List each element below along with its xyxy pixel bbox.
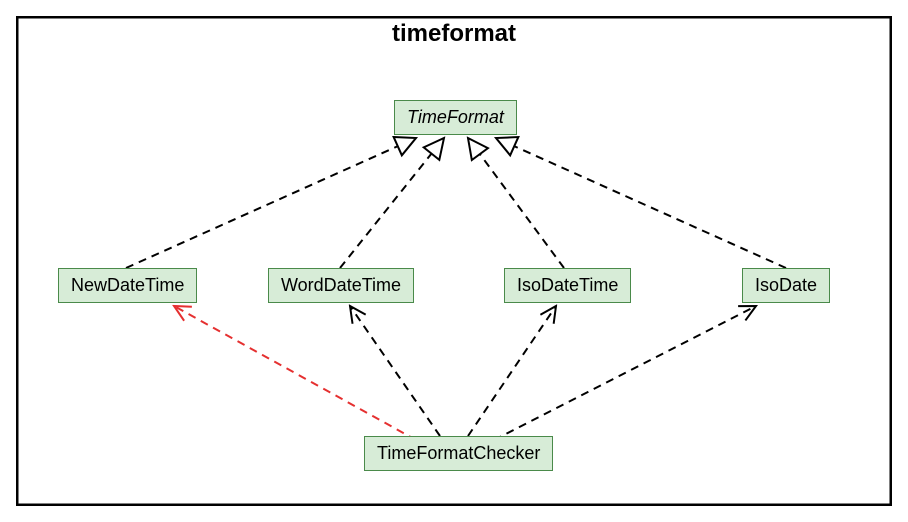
edge-isodate-timeformat [496, 138, 786, 268]
node-isodatetime: IsoDateTime [504, 268, 631, 303]
node-label: IsoDate [755, 275, 817, 295]
node-label: TimeFormatChecker [377, 443, 540, 463]
node-timeformat: TimeFormat [394, 100, 517, 135]
edge-checker-newdatetime [174, 306, 416, 440]
node-label: NewDateTime [71, 275, 184, 295]
node-timeformatchecker: TimeFormatChecker [364, 436, 553, 471]
edge-checker-worddatetime [350, 306, 440, 436]
edge-isodatetime-timeformat [468, 138, 564, 268]
node-label: WordDateTime [281, 275, 401, 295]
node-newdatetime: NewDateTime [58, 268, 197, 303]
diagram-frame: timeformat TimeFormat NewDateTime WordDa… [16, 16, 892, 506]
node-label: IsoDateTime [517, 275, 618, 295]
edge-checker-isodate [494, 306, 756, 440]
node-label: TimeFormat [407, 107, 504, 127]
edge-newdatetime-timeformat [126, 138, 416, 268]
node-isodate: IsoDate [742, 268, 830, 303]
edge-worddatetime-timeformat [340, 138, 444, 268]
node-worddatetime: WordDateTime [268, 268, 414, 303]
diagram-edges [16, 16, 892, 506]
diagram-title: timeformat [16, 20, 892, 48]
edge-checker-isodatetime [468, 306, 556, 436]
